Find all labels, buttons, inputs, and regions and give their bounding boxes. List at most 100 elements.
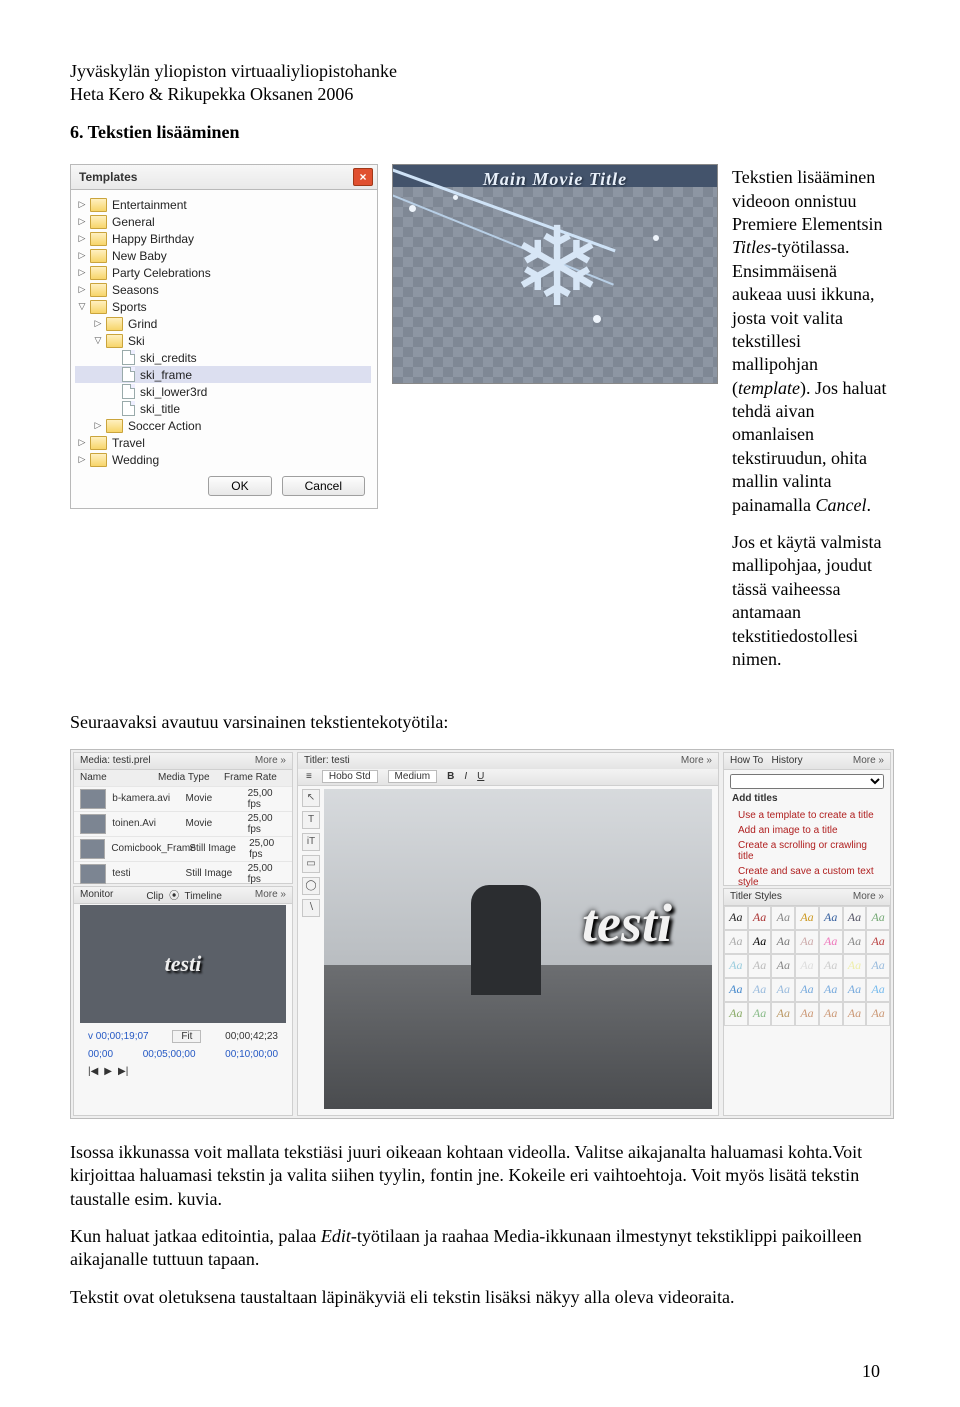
more-icon[interactable]: More » [853,891,884,902]
style-swatch[interactable]: Aa [866,906,890,930]
file-icon [122,401,135,416]
tree-item[interactable]: ▷Happy Birthday [75,230,371,247]
style-swatch[interactable]: Aa [843,1002,867,1026]
style-swatch[interactable]: Aa [795,930,819,954]
howto-link[interactable]: Create a scrolling or crawling title [730,838,884,864]
style-swatch[interactable]: Aa [819,954,843,978]
thumbnail-icon [80,864,106,884]
style-swatch[interactable]: Aa [795,906,819,930]
tab-history[interactable]: History [772,755,803,766]
align-icon[interactable]: ≡ [306,771,312,782]
style-swatch[interactable]: Aa [748,1002,772,1026]
tab-timeline[interactable]: Timeline [184,891,221,902]
body-paragraph-3: Tekstit ovat oletuksena taustaltaan läpi… [70,1286,890,1309]
more-icon[interactable]: More » [681,755,712,766]
ellipse-tool-icon: ◯ [302,877,320,895]
italic-icon[interactable]: I [464,771,467,782]
tree-item[interactable]: ▷Seasons [75,281,371,298]
close-icon[interactable]: × [353,168,373,186]
style-swatch[interactable]: Aa [771,978,795,1002]
style-swatch[interactable]: Aa [771,930,795,954]
style-swatch[interactable]: Aa [795,954,819,978]
tree-item[interactable]: ▷Soccer Action [75,417,371,434]
tree-item[interactable]: ▷Travel [75,434,371,451]
media-row[interactable]: testiStill Image25,00 fps [74,862,292,887]
style-swatch[interactable]: Aa [843,930,867,954]
titler-tools[interactable]: ↖ T iT ▭ ◯ ∖ [302,789,320,1109]
style-swatch[interactable]: Aa [724,906,748,930]
tree-item[interactable]: ▷Entertainment [75,196,371,213]
style-swatch[interactable]: Aa [771,906,795,930]
style-swatch[interactable]: Aa [819,978,843,1002]
templates-titlebar-text: Templates [79,170,137,184]
style-swatch[interactable]: Aa [843,954,867,978]
howto-dropdown[interactable] [730,774,884,789]
media-row[interactable]: toinen.AviMovie25,00 fps [74,812,292,837]
titler-overlay-text[interactable]: testi [582,892,672,954]
styles-panel-title: Titler Styles [730,891,782,902]
style-swatch[interactable]: Aa [866,978,890,1002]
style-swatch[interactable]: Aa [866,954,890,978]
section-title: 6. Tekstien lisääminen [70,121,890,144]
howto-link[interactable]: Use a template to create a title [730,808,884,823]
bold-icon[interactable]: B [447,771,454,782]
tree-item[interactable]: ▽Sports [75,298,371,315]
tree-item[interactable]: ▷General [75,213,371,230]
style-swatch[interactable]: Aa [795,978,819,1002]
folder-icon [106,419,123,433]
style-swatch[interactable]: Aa [843,906,867,930]
play-prev-icon[interactable]: |◀ [88,1066,98,1077]
style-swatch[interactable]: Aa [748,978,772,1002]
style-swatch[interactable]: Aa [795,1002,819,1026]
style-swatch[interactable]: Aa [748,930,772,954]
style-swatch[interactable]: Aa [819,930,843,954]
play-next-icon[interactable]: ▶| [118,1066,128,1077]
tree-item[interactable]: ski_frame [75,366,371,383]
timecode-right: 00;00;42;23 [225,1031,278,1042]
font-select[interactable]: Hobo Std [322,770,378,783]
weight-select[interactable]: Medium [388,770,438,783]
style-swatch[interactable]: Aa [819,1002,843,1026]
style-swatch[interactable]: Aa [843,978,867,1002]
tree-item[interactable]: ▷Grind [75,315,371,332]
tree-item[interactable]: ▷Wedding [75,451,371,468]
play-icon[interactable]: ▶ [104,1066,112,1077]
templates-window: Templates × ▷Entertainment▷General▷Happy… [70,164,378,509]
more-icon[interactable]: More » [853,755,884,766]
style-swatch[interactable]: Aa [866,1002,890,1026]
style-swatch[interactable]: Aa [771,1002,795,1026]
tree-item[interactable]: ski_lower3rd [75,383,371,400]
more-icon[interactable]: More » [255,889,286,900]
underline-icon[interactable]: U [477,771,484,782]
style-swatch[interactable]: Aa [748,906,772,930]
tree-item[interactable]: ski_title [75,400,371,417]
folder-icon [90,198,107,212]
style-swatch[interactable]: Aa [724,978,748,1002]
style-swatch[interactable]: Aa [771,954,795,978]
fit-button[interactable]: Fit [172,1030,201,1043]
cancel-button[interactable]: Cancel [282,476,365,496]
tree-item[interactable]: ski_credits [75,349,371,366]
style-swatch[interactable]: Aa [724,1002,748,1026]
styles-grid[interactable]: AaAaAaAaAaAaAaAaAaAaAaAaAaAaAaAaAaAaAaAa… [724,906,890,1026]
media-row[interactable]: b-kamera.aviMovie25,00 fps [74,787,292,812]
style-swatch[interactable]: Aa [724,930,748,954]
style-swatch[interactable]: Aa [724,954,748,978]
tab-howto[interactable]: How To [730,755,763,766]
snowflake-icon: ❄ [511,213,603,323]
tree-item[interactable]: ▷Party Celebrations [75,264,371,281]
style-swatch[interactable]: Aa [819,906,843,930]
ok-button[interactable]: OK [208,476,271,496]
more-icon[interactable]: More » [255,755,286,766]
tree-item[interactable]: ▽Ski [75,332,371,349]
tree-item[interactable]: ▷New Baby [75,247,371,264]
style-swatch[interactable]: Aa [866,930,890,954]
templates-tree[interactable]: ▷Entertainment▷General▷Happy Birthday▷Ne… [75,196,371,468]
media-row[interactable]: Comicbook_FrameStill Image25,00 fps [74,837,292,862]
style-swatch[interactable]: Aa [748,954,772,978]
howto-panel: How To History More » Add titles Use a t… [723,752,891,886]
howto-link[interactable]: Add an image to a title [730,823,884,838]
tab-clip[interactable]: Clip [146,891,163,902]
vertical-text-tool-icon: iT [302,833,320,851]
howto-link[interactable]: Create and save a custom text style [730,864,884,890]
